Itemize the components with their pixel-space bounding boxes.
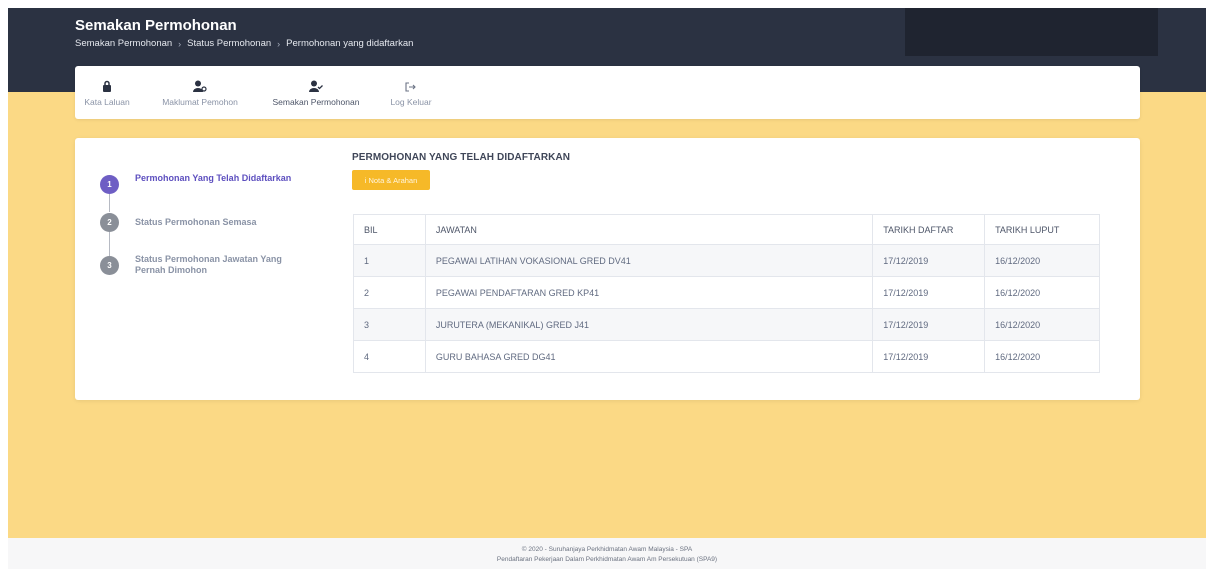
footer: © 2020 - Suruhanjaya Perkhidmatan Awam M… [0, 545, 1214, 565]
cell-bil: 3 [353, 308, 426, 341]
nav-item-log-keluar[interactable]: Log Keluar [385, 78, 437, 107]
chevron-right-icon: › [277, 38, 281, 49]
step-1-badge[interactable]: 1 [100, 175, 119, 194]
cell-tarikh-luput: 16/12/2020 [984, 340, 1100, 373]
nav-item-label: Kata Laluan [84, 97, 130, 107]
step-connector [109, 194, 110, 212]
top-margin [0, 0, 1214, 8]
chevron-right-icon: › [178, 38, 182, 49]
nota-arahan-button[interactable]: i Nota & Arahan [352, 170, 430, 190]
nav-item-label: Log Keluar [390, 97, 432, 107]
nav-item-label: Semakan Permohonan [272, 97, 360, 107]
cell-tarikh-luput: 16/12/2020 [984, 276, 1100, 309]
nav-item-kata-laluan[interactable]: Kata Laluan [75, 78, 139, 107]
cell-tarikh-daftar: 17/12/2019 [872, 244, 986, 277]
cell-bil: 2 [353, 276, 426, 309]
cell-jawatan: GURU BAHASA GRED DG41 [424, 340, 874, 373]
cell-tarikh-daftar: 17/12/2019 [872, 308, 986, 341]
header-jawatan: JAWATAN [424, 214, 874, 245]
user-gear-icon [193, 78, 207, 92]
lock-icon [102, 78, 112, 92]
table-row[interactable]: 3 JURUTERA (MEKANIKAL) GRED J41 17/12/20… [353, 308, 1100, 341]
step-3-label[interactable]: Status Permohonan Jawatan Yang Pernah Di… [135, 254, 295, 276]
header-bil: BIL [353, 214, 426, 245]
cell-jawatan: JURUTERA (MEKANIKAL) GRED J41 [424, 308, 874, 341]
table-row[interactable]: 4 GURU BAHASA GRED DG41 17/12/2019 16/12… [353, 340, 1100, 373]
nav-item-label: Maklumat Pemohon [162, 97, 238, 107]
cell-tarikh-luput: 16/12/2020 [984, 308, 1100, 341]
header-tarikh-luput: TARIKH LUPUT [984, 214, 1100, 245]
cell-tarikh-daftar: 17/12/2019 [872, 276, 986, 309]
page-title: Semakan Permohonan [75, 17, 237, 34]
cell-jawatan: PEGAWAI LATIHAN VOKASIONAL GRED DV41 [424, 244, 874, 277]
cell-tarikh-luput: 16/12/2020 [984, 244, 1100, 277]
user-check-icon [309, 78, 323, 92]
step-2-badge[interactable]: 2 [100, 213, 119, 232]
section-title: PERMOHONAN YANG TELAH DIDAFTARKAN [352, 152, 571, 163]
nav-item-maklumat-pemohon[interactable]: Maklumat Pemohon [153, 78, 247, 107]
main-card: 1 Permohonan Yang Telah Didaftarkan 2 St… [75, 138, 1140, 400]
cell-bil: 1 [353, 244, 426, 277]
header-tarikh-daftar: TARIKH DAFTAR [872, 214, 986, 245]
table-header-row: BIL JAWATAN TARIKH DAFTAR TARIKH LUPUT [353, 214, 1100, 245]
breadcrumb-item-current: Permohonan yang didaftarkan [286, 38, 414, 49]
breadcrumb-item-status[interactable]: Status Permohonan [187, 38, 271, 49]
nav-card: Kata Laluan Maklumat Pemohon Semakan Per… [75, 66, 1140, 119]
header-right-block [905, 8, 1158, 56]
table-row[interactable]: 2 PEGAWAI PENDAFTARAN GRED KP41 17/12/20… [353, 276, 1100, 309]
breadcrumb-item-semakan[interactable]: Semakan Permohonan [75, 38, 172, 49]
step-connector [109, 232, 110, 256]
breadcrumb: Semakan Permohonan › Status Permohonan ›… [75, 38, 413, 49]
step-1-label[interactable]: Permohonan Yang Telah Didaftarkan [135, 173, 295, 184]
footer-system-name: Pendaftaran Pekerjaan Dalam Perkhidmatan… [496, 556, 718, 563]
cell-jawatan: PEGAWAI PENDAFTARAN GRED KP41 [424, 276, 874, 309]
footer-copyright: © 2020 - Suruhanjaya Perkhidmatan Awam M… [521, 546, 693, 553]
cell-tarikh-daftar: 17/12/2019 [872, 340, 986, 373]
registered-applications-table: BIL JAWATAN TARIKH DAFTAR TARIKH LUPUT 1… [353, 214, 1100, 373]
sign-out-icon [405, 78, 417, 92]
step-2-label[interactable]: Status Permohonan Semasa [135, 217, 295, 228]
table-row[interactable]: 1 PEGAWAI LATIHAN VOKASIONAL GRED DV41 1… [353, 244, 1100, 277]
step-3-badge[interactable]: 3 [100, 256, 119, 275]
nav-item-semakan-permohonan[interactable]: Semakan Permohonan [260, 78, 372, 107]
cell-bil: 4 [353, 340, 426, 373]
